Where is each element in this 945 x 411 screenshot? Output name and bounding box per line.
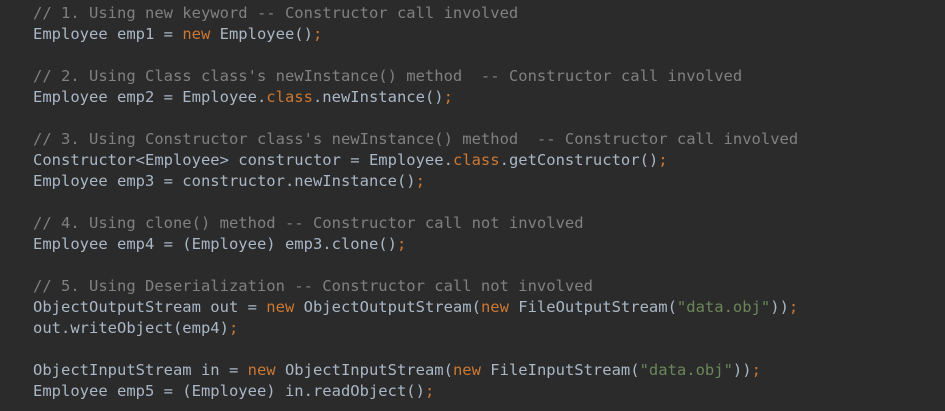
code-token-keyword: ; [658, 151, 668, 169]
blank-line[interactable] [33, 192, 945, 213]
code-token-comment: // 3. Using Constructor class's newInsta… [33, 130, 799, 148]
code-line[interactable]: // 5. Using Deserialization -- Construct… [33, 276, 945, 297]
code-token-keyword: ; [751, 361, 761, 379]
code-token-string: "data.obj" [639, 361, 733, 379]
code-line[interactable]: Employee emp5 = (Employee) in.readObject… [33, 381, 945, 402]
blank-line[interactable] [33, 255, 945, 276]
code-token-comment: // 4. Using clone() method -- Constructo… [33, 214, 584, 232]
code-token-plain: Employee emp5 = (Employee) in.readObject… [33, 382, 425, 400]
code-token-keyword: ; [228, 319, 239, 337]
code-line[interactable]: Employee emp2 = Employee.class.newInstan… [33, 87, 945, 108]
code-token-plain: Employee emp2 = Employee. [33, 88, 267, 106]
code-token-plain: out.writeObject(emp4) [33, 319, 229, 337]
code-token-plain: FileOutputStream( [508, 298, 677, 316]
code-token-string: "data.obj" [676, 298, 771, 316]
code-editor[interactable]: // 1. Using new keyword -- Constructor c… [0, 0, 945, 411]
code-token-comment: // 1. Using new keyword -- Constructor c… [33, 4, 519, 22]
code-token-comment: // 2. Using Class class's newInstance() … [33, 67, 743, 85]
code-token-keyword: class [266, 88, 313, 106]
code-line[interactable]: Employee emp1 = new Employee(); [33, 24, 945, 45]
code-token-plain: ObjectOutputStream( [294, 298, 481, 316]
code-token-plain: ObjectInputStream in = [33, 361, 248, 379]
blank-line[interactable] [33, 108, 945, 129]
code-token-keyword: ; [396, 235, 407, 253]
code-token-plain: Employee emp4 = (Employee) emp3.clone() [33, 235, 397, 253]
code-token-plain: .getConstructor() [499, 151, 659, 169]
code-token-keyword: new [247, 361, 276, 379]
code-token-keyword: new [266, 298, 295, 316]
code-token-plain: )) [770, 298, 789, 316]
code-line[interactable]: Employee emp3 = constructor.newInstance(… [33, 171, 945, 192]
blank-line[interactable] [33, 339, 945, 360]
code-token-keyword: ; [443, 88, 453, 106]
code-line[interactable]: ObjectInputStream in = new ObjectInputSt… [33, 360, 945, 381]
code-line[interactable]: Employee emp4 = (Employee) emp3.clone(); [33, 234, 945, 255]
code-line[interactable]: ObjectOutputStream out = new ObjectOutpu… [33, 297, 945, 318]
code-token-plain: Employee emp3 = constructor.newInstance(… [33, 172, 416, 190]
code-token-keyword: ; [415, 172, 425, 190]
code-token-keyword: new [452, 361, 481, 379]
code-line[interactable]: // 1. Using new keyword -- Constructor c… [33, 3, 945, 24]
code-token-plain: Constructor<Employee> constructor = Empl… [33, 151, 453, 169]
code-line[interactable]: Constructor<Employee> constructor = Empl… [33, 150, 945, 171]
code-token-plain: )) [732, 361, 752, 379]
code-token-plain: Employee emp1 = [33, 25, 183, 43]
blank-line[interactable] [33, 45, 945, 66]
code-line[interactable]: out.writeObject(emp4); [33, 318, 945, 339]
code-token-keyword: ; [312, 25, 323, 43]
code-token-plain: ObjectOutputStream out = [33, 298, 267, 316]
code-token-keyword: new [182, 25, 211, 43]
code-token-plain: ObjectInputStream( [275, 361, 453, 379]
code-token-keyword: ; [788, 298, 799, 316]
code-token-plain: FileInputStream( [480, 361, 640, 379]
code-token-plain: Employee() [210, 25, 313, 43]
code-token-keyword: new [480, 298, 509, 316]
code-token-comment: // 5. Using Deserialization -- Construct… [33, 277, 593, 295]
code-token-keyword: ; [424, 382, 435, 400]
code-line[interactable]: // 3. Using Constructor class's newInsta… [33, 129, 945, 150]
code-token-plain: .newInstance() [312, 88, 444, 106]
code-line[interactable]: // 2. Using Class class's newInstance() … [33, 66, 945, 87]
code-line[interactable]: // 4. Using clone() method -- Constructo… [33, 213, 945, 234]
code-token-keyword: class [452, 151, 500, 169]
